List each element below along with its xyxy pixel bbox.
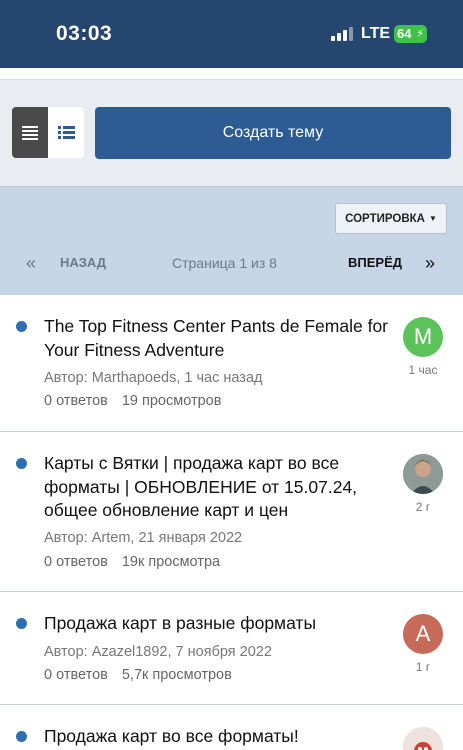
reply-count: 0 ответов [44,393,108,409]
avatar[interactable]: M [403,317,443,357]
topic-title[interactable]: Карты с Вятки | продажа карт во все форм… [44,452,392,523]
avatar-letter: M [413,324,433,349]
reply-count: 0 ответов [44,554,108,570]
prev-page-link[interactable]: НАЗАД [60,255,106,270]
topic-title[interactable]: Продажа карт в разные форматы [44,612,392,636]
unread-indicator-icon [16,321,27,332]
user-photo-icon [403,454,443,494]
next-arrow-icon[interactable]: » [425,253,435,274]
last-post-time: 2 г [415,500,431,514]
topic-stats: 0 ответов 19 просмотров [44,393,221,409]
topic-row[interactable]: Продажа карт в разные форматы Автор: Aza… [0,591,463,704]
prev-arrow-icon[interactable]: « [26,253,36,274]
user-photo-icon [403,727,443,750]
sort-label: СОРТИРОВКА [345,212,425,225]
battery-level: 64 [397,26,412,41]
unread-indicator-icon [16,731,27,742]
list-view-icon [22,125,38,140]
detail-view-button[interactable] [48,107,84,158]
charging-bolt-icon: ⚡ [416,28,424,40]
list-view-button[interactable] [12,107,48,158]
network-type: LTE [361,25,391,42]
battery-icon: 64 ⚡ [394,25,427,43]
previous-section-edge [0,68,463,81]
last-post-time: 1 г [415,660,431,674]
unread-indicator-icon [16,458,27,469]
topic-row[interactable]: The Top Fitness Center Pants de Female f… [0,294,463,431]
detail-list-icon [57,126,75,139]
topic-title[interactable]: Продажа карт во все форматы! [44,725,392,749]
next-page-link[interactable]: ВПЕРЁД [348,255,402,270]
topic-row[interactable]: Продажа карт во все форматы! [0,704,463,750]
page-info[interactable]: Страница 1 из 8 [172,255,277,271]
topic-author: Автор: Azazel1892, 7 ноября 2022 [44,644,272,660]
caret-down-icon: ▼ [428,214,437,223]
topic-toolbar: Создать тему [0,96,463,168]
sort-dropdown[interactable]: СОРТИРОВКА ▼ [335,203,447,234]
pagination-panel: СОРТИРОВКА ▼ « НАЗАД Страница 1 из 8 ВПЕ… [0,186,463,294]
create-topic-button[interactable]: Создать тему [95,107,451,159]
avatar[interactable] [403,454,443,494]
avatar[interactable]: A [403,614,443,654]
avatar[interactable] [403,727,443,750]
view-count: 5,7к просмотров [121,667,232,683]
view-count: 19 просмотров [121,393,222,409]
pagination: « НАЗАД Страница 1 из 8 ВПЕРЁД » [0,249,463,277]
signal-icon [331,27,353,41]
status-time: 03:03 [56,22,113,45]
last-post-time: 1 час [408,363,438,377]
status-bar: 03:03 LTE 64 ⚡ [0,0,463,68]
topic-stats: 0 ответов 5,7к просмотров [44,667,232,683]
unread-indicator-icon [16,618,27,629]
topic-title[interactable]: The Top Fitness Center Pants de Female f… [44,315,392,362]
reply-count: 0 ответов [44,667,108,683]
topic-author: Автор: Marthapoeds, 1 час назад [44,370,263,386]
avatar-letter: A [415,621,431,646]
topic-author: Автор: Artem, 21 января 2022 [44,530,243,546]
topic-stats: 0 ответов 19к просмотра [44,554,220,570]
view-count: 19к просмотра [121,554,221,570]
topic-row[interactable]: Карты с Вятки | продажа карт во все форм… [0,431,463,591]
view-toggle [12,107,84,158]
